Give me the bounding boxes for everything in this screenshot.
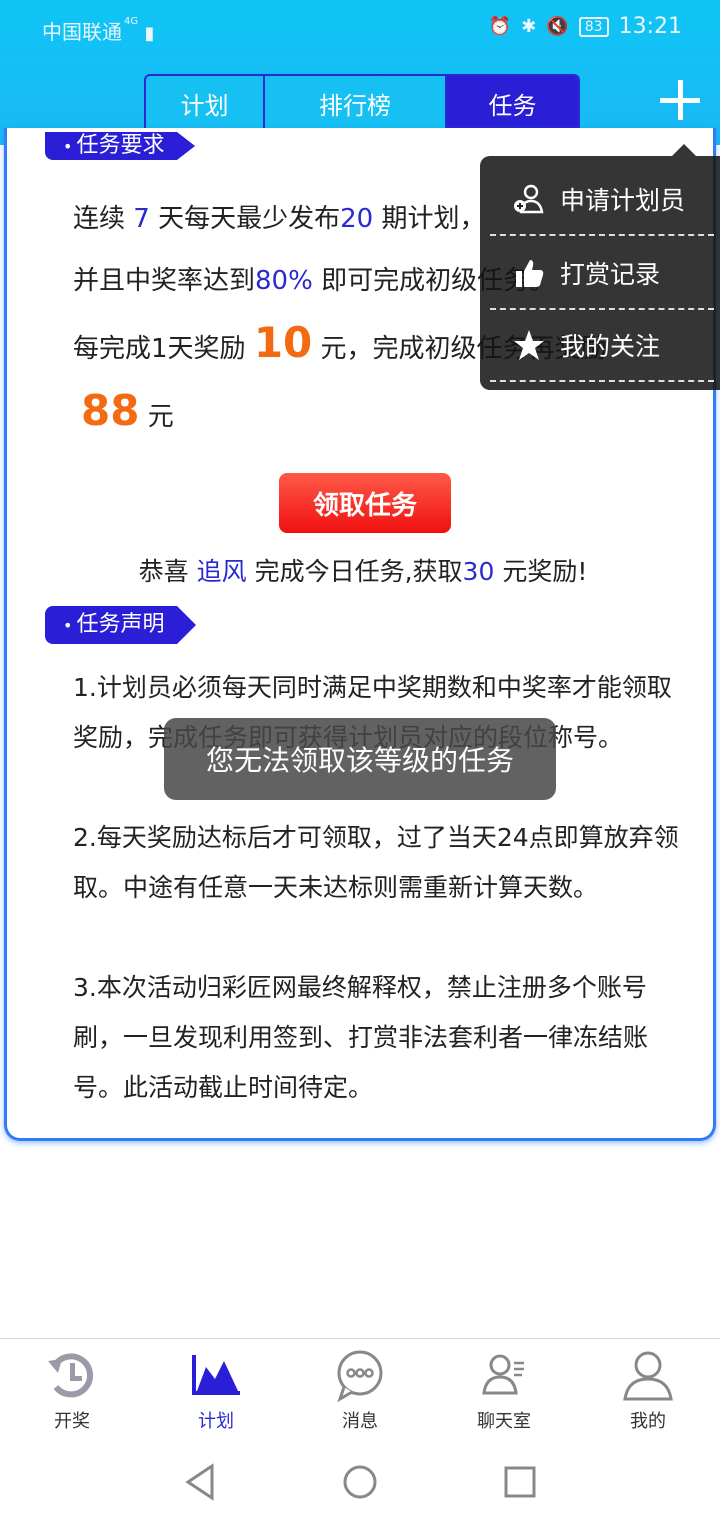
status-bar: 中国联通 4G ▮ ⏰ ✱ 🔇 83 13:21	[0, 0, 720, 56]
task-requirements-badge: • 任务要求	[45, 132, 195, 160]
mute-icon: 🔇	[546, 16, 569, 37]
home-icon[interactable]	[338, 1460, 382, 1504]
congrats-message: 恭喜 追风 完成今日任务,获取30 元奖励!	[138, 557, 588, 586]
toast-message: 您无法领取该等级的任务	[164, 718, 556, 800]
nav-label: 计划	[198, 1411, 234, 1432]
declaration-item: 3.本次活动归彩匠网最终解释权，禁止注册多个账号刷，一旦发现利用签到、打赏非法套…	[73, 973, 649, 1102]
dropdown-menu: 申请计划员 打赏记录 我的关注	[480, 144, 720, 390]
add-user-icon	[510, 180, 548, 218]
app-header: 中国联通 4G ▮ ⏰ ✱ 🔇 83 13:21 计划 排行榜 任务	[0, 0, 720, 145]
signal-indicator: 4G	[124, 16, 139, 27]
requirement-line-1: 连续 7 天每天最少发布20 期计划，	[73, 204, 486, 234]
thumbs-up-icon	[510, 254, 548, 292]
bottom-navigation: 开奖 计划 消息 聊天室 我的	[0, 1338, 720, 1438]
tab-leaderboard[interactable]: 排行榜	[265, 76, 447, 131]
menu-item-my-follows[interactable]: 我的关注	[490, 310, 714, 382]
menu-item-label: 打赏记录	[560, 260, 661, 289]
nav-draw[interactable]: 开奖	[0, 1339, 144, 1438]
signal-icon: ▮	[144, 23, 155, 44]
alarm-icon: ⏰	[488, 16, 512, 37]
menu-item-label: 申请计划员	[560, 186, 686, 215]
nav-profile[interactable]: 我的	[576, 1339, 720, 1438]
tab-bar: 计划 排行榜 任务	[144, 74, 580, 133]
nav-plan[interactable]: 计划	[144, 1339, 288, 1438]
battery-level: 83	[578, 16, 609, 37]
tab-plan[interactable]: 计划	[146, 76, 265, 131]
bluetooth-icon: ✱	[521, 16, 537, 37]
status-time: 13:21	[618, 14, 682, 39]
claim-task-button[interactable]: 领取任务	[279, 473, 451, 533]
recents-icon[interactable]	[498, 1460, 542, 1504]
menu-item-label: 我的关注	[560, 332, 661, 361]
menu-item-apply-planner[interactable]: 申请计划员	[490, 164, 714, 236]
draw-icon	[48, 1353, 93, 1398]
requirement-line-4: 88 元	[81, 386, 174, 435]
dropdown-caret	[672, 144, 696, 156]
chart-icon	[192, 1355, 240, 1395]
carrier-name: 中国联通	[42, 20, 122, 44]
profile-icon	[623, 1351, 673, 1401]
nav-label: 聊天室	[477, 1411, 531, 1432]
chatroom-icon	[482, 1354, 524, 1395]
nav-label: 消息	[342, 1411, 378, 1432]
nav-label: 开奖	[54, 1411, 90, 1432]
tab-task[interactable]: 任务	[447, 76, 578, 131]
star-icon	[510, 326, 548, 364]
chat-bubble-icon	[337, 1350, 383, 1403]
menu-item-reward-history[interactable]: 打赏记录	[490, 238, 714, 310]
nav-messages[interactable]: 消息	[288, 1339, 432, 1438]
back-icon[interactable]	[180, 1460, 224, 1504]
add-menu-button[interactable]	[656, 76, 704, 124]
declaration-item: 2.每天奖励达标后才可领取，过了当天24点即算放弃领取。中途有任意一天未达标则需…	[73, 823, 679, 902]
system-navigation-bar	[0, 1440, 720, 1520]
nav-chatroom[interactable]: 聊天室	[432, 1339, 576, 1438]
task-declaration-badge: • 任务声明	[45, 606, 196, 644]
nav-label: 我的	[630, 1411, 666, 1432]
